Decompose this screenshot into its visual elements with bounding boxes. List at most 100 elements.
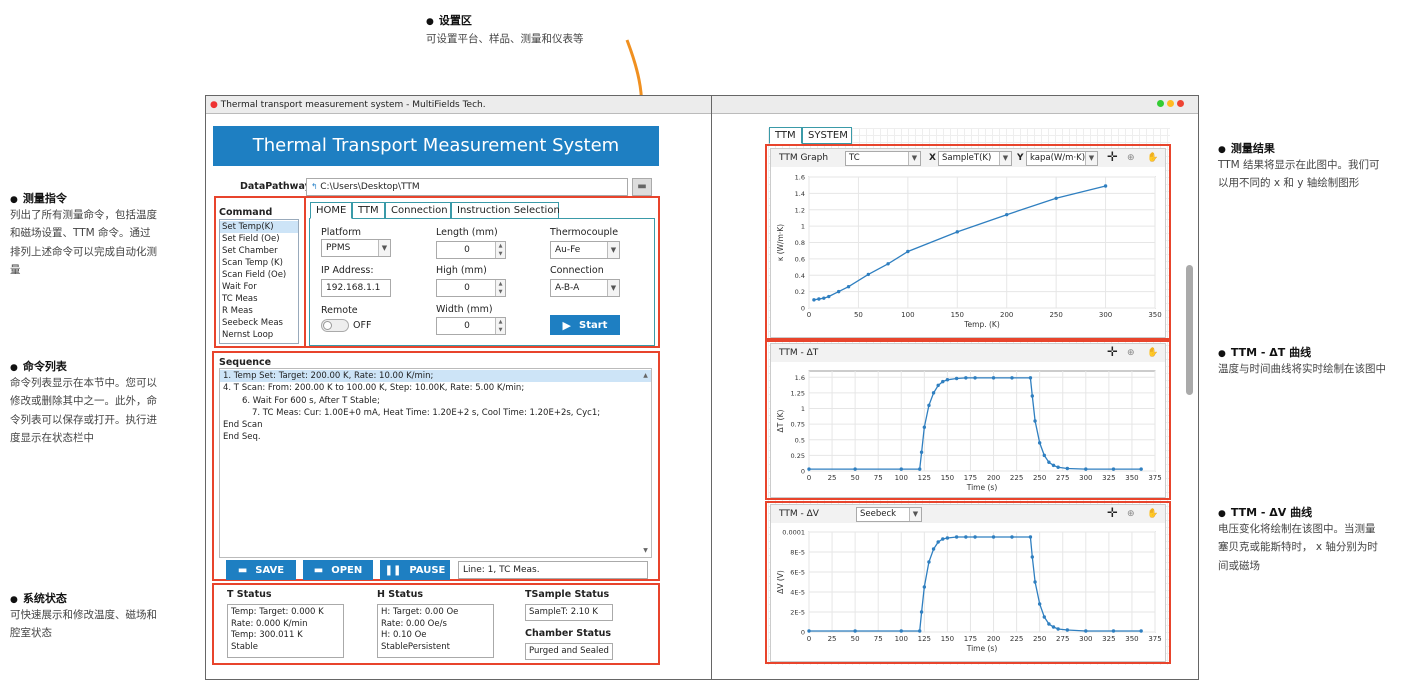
- data-point: [1084, 467, 1088, 471]
- y-axis-title: κ (W/m·K): [776, 224, 785, 261]
- graph1-chart: 0 50 100 150 200 250 300 350 0 0.2 0.4 0.6 0.8 1 1.2 1.…: [776, 174, 1162, 330]
- data-point: [936, 383, 940, 388]
- sequence-line[interactable]: 1. Temp Set: Target: 200.00 K, Rate: 10.…: [220, 370, 651, 383]
- connection-label: Connection: [550, 265, 604, 276]
- tab-ttm[interactable]: TTM: [769, 127, 802, 144]
- data-point: [1028, 376, 1033, 380]
- y-tick-label: 4E-5: [790, 589, 805, 597]
- connection-select[interactable]: A-B-A ▼: [550, 279, 620, 297]
- spinner-icon[interactable]: ▲ ▼: [495, 318, 505, 334]
- folder-browse-button[interactable]: ▬: [632, 178, 652, 196]
- command-item[interactable]: Wait For: [220, 281, 298, 293]
- x-tick-label: 300: [1099, 311, 1112, 319]
- open-button[interactable]: ▬ OPEN: [303, 560, 373, 580]
- y-tick-label: 1.6: [795, 174, 805, 182]
- datapath-input[interactable]: ↰ C:\Users\Desktop\TTM: [306, 178, 628, 196]
- status-line: StablePersistent: [381, 641, 450, 652]
- data-point: [918, 467, 922, 471]
- crosshair-icon[interactable]: ✛: [1107, 149, 1118, 167]
- maximize-icon[interactable]: [1157, 100, 1164, 107]
- sequence-line[interactable]: End Scan: [220, 419, 651, 431]
- data-point: [1054, 196, 1058, 200]
- tab-home[interactable]: HOME: [310, 202, 352, 219]
- minimize-icon[interactable]: [1167, 100, 1174, 107]
- command-item[interactable]: R Meas: [220, 305, 298, 317]
- x-tick-label: 200: [1000, 311, 1013, 319]
- app-icon: ●: [210, 100, 218, 110]
- zoom-icon[interactable]: ⊕: [1127, 344, 1135, 362]
- x-tick-label: 225: [1010, 635, 1023, 643]
- chevron-up-icon[interactable]: ▲: [640, 372, 651, 379]
- h-status-title: H Status: [377, 589, 424, 600]
- annotation-title: 命令列表: [22, 360, 67, 373]
- annotation-line: 温度与时间曲线将实时绘制在该图中: [1218, 363, 1386, 375]
- x-tick-label: 300: [1079, 635, 1092, 643]
- y-axis-select[interactable]: kapa(W/m·K) ▼: [1026, 151, 1098, 166]
- pause-button[interactable]: ❚❚ PAUSE: [380, 560, 450, 580]
- sequence-line[interactable]: End Seq.: [220, 431, 651, 443]
- command-item[interactable]: Seebeck Meas: [220, 317, 298, 329]
- chevron-down-icon[interactable]: ▼: [640, 547, 651, 554]
- high-label: High (mm): [436, 265, 487, 276]
- data-point: [1010, 535, 1014, 539]
- crosshair-icon[interactable]: ✛: [1107, 344, 1118, 362]
- zoom-icon[interactable]: ⊕: [1127, 149, 1135, 167]
- width-input[interactable]: 0 ▲ ▼: [436, 317, 506, 335]
- command-item[interactable]: Set Temp(K): [220, 221, 298, 233]
- graph1-type-select[interactable]: TC ▼: [845, 151, 921, 166]
- length-input[interactable]: 0 ▲ ▼: [436, 241, 506, 259]
- graph3-mode-select[interactable]: Seebeck ▼: [856, 507, 922, 522]
- x-tick-label: 300: [1079, 474, 1092, 482]
- command-item[interactable]: Scan Temp (K): [220, 257, 298, 269]
- data-point: [945, 536, 950, 540]
- command-item[interactable]: Nernst Loop: [220, 329, 298, 341]
- tab-system[interactable]: SYSTEM: [802, 127, 852, 144]
- x-axis-select[interactable]: SampleT(K) ▼: [938, 151, 1012, 166]
- platform-select[interactable]: PPMS ▼: [321, 239, 391, 257]
- command-item[interactable]: Set Field (Oe): [220, 233, 298, 245]
- pan-hand-icon[interactable]: ✋: [1147, 344, 1158, 362]
- graph3-title: TTM - ΔV: [779, 509, 819, 519]
- command-item[interactable]: Scan Field (Oe): [220, 269, 298, 281]
- spinner-icon[interactable]: ▲ ▼: [495, 242, 505, 258]
- sequence-line[interactable]: 6. Wait For 600 s, After T Stable;: [220, 395, 651, 407]
- connection-value: A-B-A: [555, 283, 580, 293]
- high-input[interactable]: 0 ▲ ▼: [436, 279, 506, 297]
- remote-toggle[interactable]: [321, 319, 349, 332]
- annotation-line: 腔室状态: [10, 627, 52, 640]
- scrollbar-thumb[interactable]: [1186, 265, 1193, 395]
- command-item[interactable]: TC Meas: [220, 293, 298, 305]
- graph1-panel: TTM Graph TC ▼ X SampleT(K) ▼ Y kapa(W/m·K…: [770, 148, 1166, 338]
- pan-hand-icon[interactable]: ✋: [1147, 149, 1158, 167]
- annotation-desc: 可快速展示和修改温度、磁场和 腔室状态: [10, 606, 190, 643]
- x-axis-title: Time (s): [966, 644, 998, 653]
- sequence-line[interactable]: 4. T Scan: From: 200.00 K to 100.00 K, S…: [220, 382, 651, 394]
- crosshair-icon[interactable]: ✛: [1107, 505, 1118, 523]
- y-tick-label: 0: [801, 305, 805, 313]
- start-button[interactable]: ▶ Start: [550, 315, 620, 335]
- sequence-scrollbar[interactable]: ▲ ▼: [640, 369, 651, 557]
- x-axis-title: Time (s): [966, 483, 998, 492]
- sequence-line[interactable]: 7. TC Meas: Cur: 1.00E+0 mA, Heat Time: …: [220, 407, 651, 419]
- y-tick-label: 0.8: [795, 239, 805, 247]
- save-button[interactable]: ▬ SAVE: [226, 560, 296, 580]
- command-item[interactable]: Set Chamber: [220, 245, 298, 257]
- x-tick-label: 275: [1056, 635, 1069, 643]
- tab-ttm[interactable]: TTM: [352, 202, 385, 219]
- ip-input[interactable]: 192.168.1.1: [321, 279, 391, 297]
- remote-state: OFF: [353, 320, 372, 331]
- annotation-line: TTM 结果将显示在此图中。我们可: [1218, 159, 1380, 171]
- x-tick-label: 375: [1148, 474, 1161, 482]
- tab-instruction-selection[interactable]: Instruction Selection: [451, 202, 560, 219]
- spinner-icon[interactable]: ▲ ▼: [495, 280, 505, 296]
- close-icon[interactable]: [1177, 100, 1184, 107]
- y-tick-label: 1.6: [795, 374, 805, 382]
- data-point: [991, 376, 996, 380]
- pan-hand-icon[interactable]: ✋: [1147, 505, 1158, 523]
- tab-connection[interactable]: Connection: [385, 202, 451, 219]
- y-tick-label: 1.2: [795, 206, 805, 214]
- zoom-icon[interactable]: ⊕: [1127, 505, 1135, 523]
- data-point: [941, 379, 945, 384]
- x-tick-label: 0: [807, 311, 811, 319]
- thermocouple-select[interactable]: Au-Fe ▼: [550, 241, 620, 259]
